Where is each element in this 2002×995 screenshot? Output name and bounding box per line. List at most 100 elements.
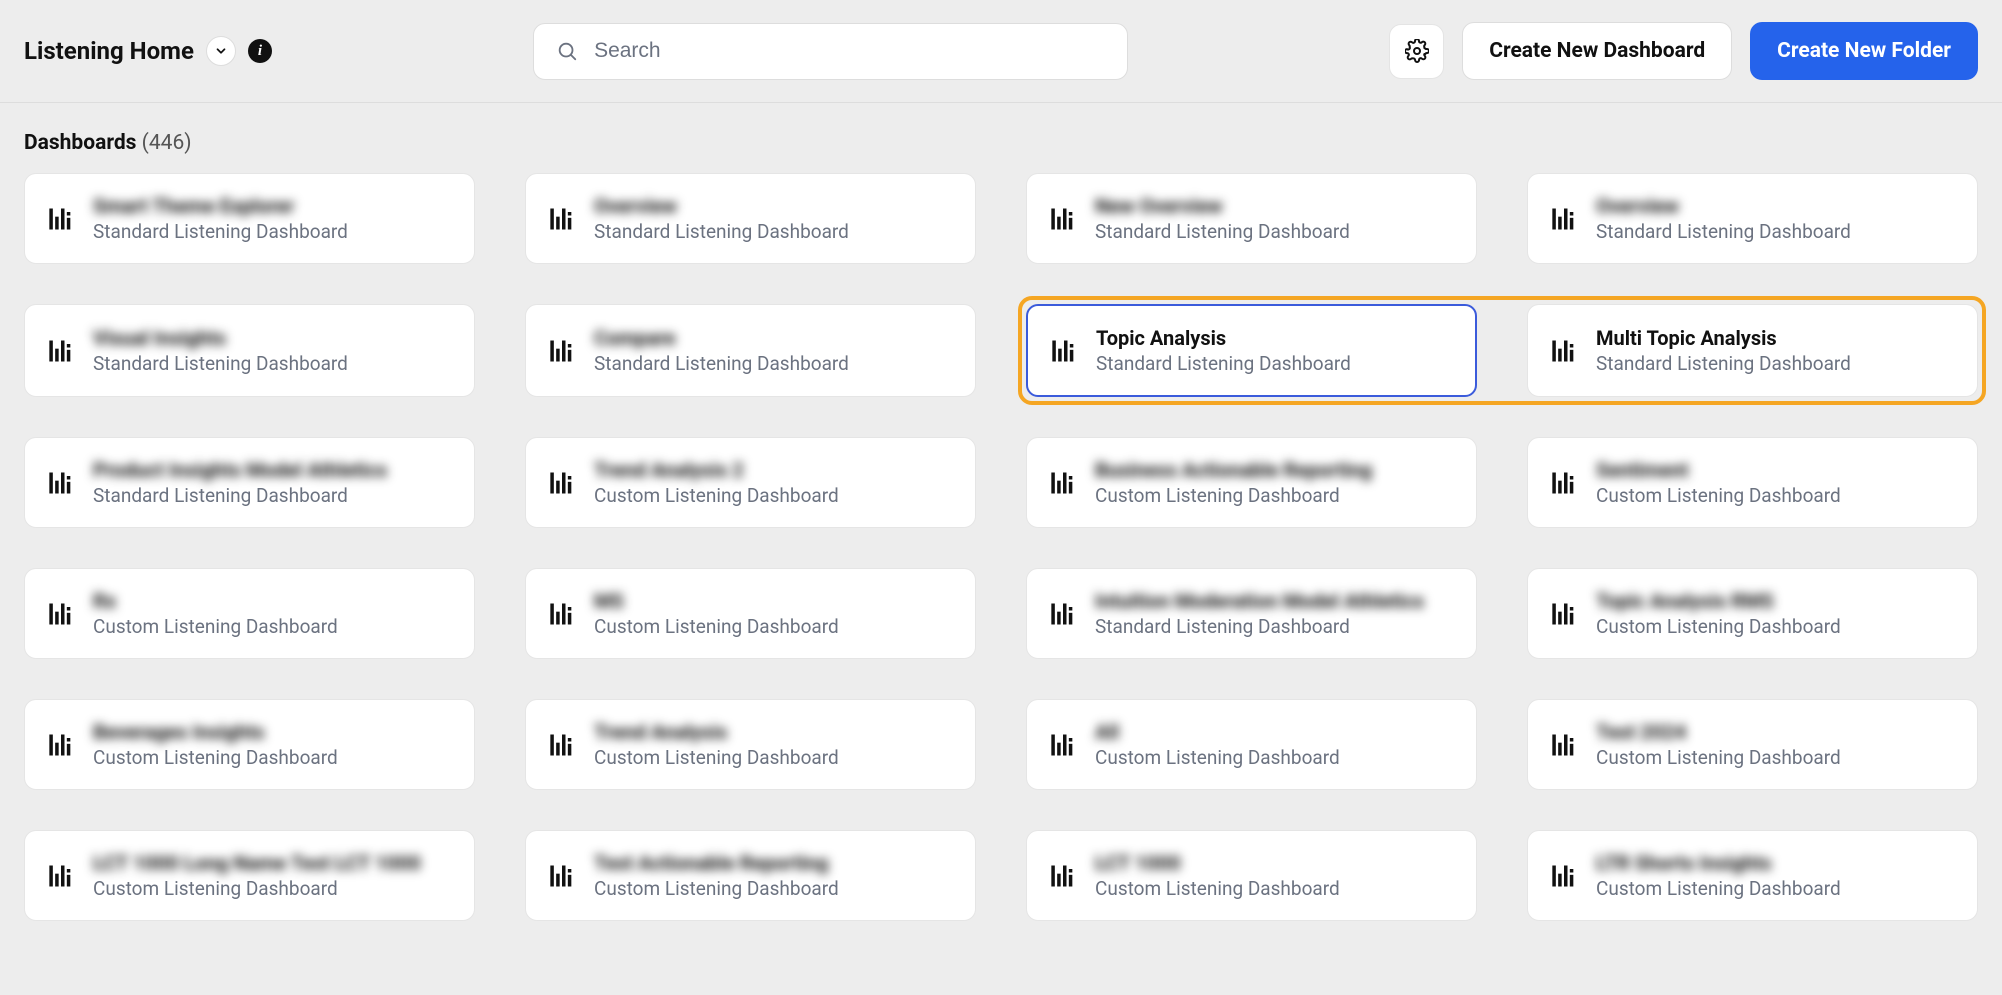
card-subtitle: Custom Listening Dashboard [1095,484,1372,507]
info-button[interactable]: i [248,39,272,63]
card-subtitle: Standard Listening Dashboard [1596,220,1851,243]
dashboard-card[interactable]: LCT 1000 Custom Listening Dashboard [1026,830,1477,921]
search-box[interactable] [533,23,1128,80]
dashboard-card[interactable]: New Overview Standard Listening Dashboar… [1026,173,1477,264]
dashboard-icon [47,862,75,890]
dashboard-icon [1049,600,1077,628]
dashboard-card[interactable]: Product Insights Model Athletics Standar… [24,437,475,528]
card-subtitle: Standard Listening Dashboard [1096,352,1351,375]
gear-icon [1405,39,1429,63]
card-title: Test 2024 [1596,720,1841,744]
card-subtitle: Custom Listening Dashboard [93,877,421,900]
dashboard-icon [1049,469,1077,497]
dashboard-icon [47,731,75,759]
card-text: Business Actionable Reporting Custom Lis… [1095,458,1372,507]
card-subtitle: Custom Listening Dashboard [1596,484,1841,507]
card-text: New Overview Standard Listening Dashboar… [1095,194,1350,243]
dashboard-card[interactable]: Visual Insights Standard Listening Dashb… [24,304,475,397]
card-text: MS Custom Listening Dashboard [594,589,839,638]
dashboard-card[interactable]: All Custom Listening Dashboard [1026,699,1477,790]
card-subtitle: Custom Listening Dashboard [594,746,839,769]
create-folder-button[interactable]: Create New Folder [1750,22,1978,80]
card-text: Topic Analysis Standard Listening Dashbo… [1096,326,1351,375]
dashboard-card[interactable]: Trend Analysis 2 Custom Listening Dashbo… [525,437,976,528]
dashboard-icon [548,862,576,890]
dashboard-icon [47,469,75,497]
card-title: Multi Topic Analysis [1596,326,1851,350]
dashboard-card[interactable]: LCT 1000 Long Name Test LCT 1000 Custom … [24,830,475,921]
search-input[interactable] [592,38,1105,64]
title-dropdown-button[interactable] [206,36,236,66]
card-text: Multi Topic Analysis Standard Listening … [1596,326,1851,375]
card-subtitle: Standard Listening Dashboard [93,352,348,375]
dashboard-card[interactable]: Rx Custom Listening Dashboard [24,568,475,659]
card-text: LCT 1000 Custom Listening Dashboard [1095,851,1340,900]
card-title: LCT 1000 [1095,851,1340,875]
dashboard-card[interactable]: Beverages Insights Custom Listening Dash… [24,699,475,790]
page-title-group: Listening Home i [24,36,272,66]
dashboard-icon [47,600,75,628]
card-title: MS [594,589,839,613]
card-title: Test Actionable Reporting [594,851,839,875]
card-text: Overview Standard Listening Dashboard [594,194,849,243]
card-title: Compare [594,326,849,350]
card-text: Visual Insights Standard Listening Dashb… [93,326,348,375]
dashboard-card[interactable]: Intuition Moderation Model Athletics Sta… [1026,568,1477,659]
dashboard-card[interactable]: Sentiment Custom Listening Dashboard [1527,437,1978,528]
dashboard-card[interactable]: Business Actionable Reporting Custom Lis… [1026,437,1477,528]
card-subtitle: Standard Listening Dashboard [93,484,387,507]
card-title: Intuition Moderation Model Athletics [1095,589,1424,613]
card-text: Beverages Insights Custom Listening Dash… [93,720,338,769]
dashboard-card[interactable]: MS Custom Listening Dashboard [525,568,976,659]
create-dashboard-button[interactable]: Create New Dashboard [1462,22,1732,80]
card-subtitle: Custom Listening Dashboard [594,484,839,507]
dashboard-card[interactable]: Overview Standard Listening Dashboard [525,173,976,264]
card-title: Rx [93,589,338,613]
card-title: All [1095,720,1340,744]
card-title: Trend Analysis 2 [594,458,839,482]
card-subtitle: Standard Listening Dashboard [1095,220,1350,243]
dashboard-card[interactable]: Smart Theme Explorer Standard Listening … [24,173,475,264]
card-subtitle: Custom Listening Dashboard [1095,746,1340,769]
card-subtitle: Custom Listening Dashboard [93,615,338,638]
dashboard-card[interactable]: LTR Shorts Insights Custom Listening Das… [1527,830,1978,921]
dashboard-card[interactable]: Trend Analysis Custom Listening Dashboar… [525,699,976,790]
section-title-text: Dashboards [24,131,136,155]
card-text: Smart Theme Explorer Standard Listening … [93,194,348,243]
dashboard-icon [1049,862,1077,890]
page-title: Listening Home [24,37,194,65]
dashboard-icon [1550,337,1578,365]
card-subtitle: Standard Listening Dashboard [594,220,849,243]
card-subtitle: Custom Listening Dashboard [1596,746,1841,769]
card-title: Overview [594,194,849,218]
card-subtitle: Custom Listening Dashboard [93,746,338,769]
card-subtitle: Standard Listening Dashboard [1095,615,1424,638]
dashboard-icon [1550,600,1578,628]
dashboard-icon [1550,862,1578,890]
dashboard-card[interactable]: Overview Standard Listening Dashboard [1527,173,1978,264]
card-title: Topic Analysis [1096,326,1351,350]
dashboard-icon [1050,337,1078,365]
card-subtitle: Standard Listening Dashboard [594,352,849,375]
card-title: Product Insights Model Athletics [93,458,387,482]
dashboard-icon [47,337,75,365]
card-text: Intuition Moderation Model Athletics Sta… [1095,589,1424,638]
dashboard-icon [548,600,576,628]
card-title: Visual Insights [93,326,348,350]
dashboard-card[interactable]: Compare Standard Listening Dashboard [525,304,976,397]
section-count: (446) [142,131,192,155]
card-text: Topic Analysis RMS Custom Listening Dash… [1596,589,1841,638]
card-text: Compare Standard Listening Dashboard [594,326,849,375]
settings-button[interactable] [1389,24,1444,79]
dashboard-card[interactable]: Topic Analysis Standard Listening Dashbo… [1026,304,1477,397]
dashboard-card[interactable]: Multi Topic Analysis Standard Listening … [1527,304,1978,397]
header-bar: Listening Home i Create New Dashboard Cr… [0,0,2002,103]
dashboard-card[interactable]: Test 2024 Custom Listening Dashboard [1527,699,1978,790]
card-title: Trend Analysis [594,720,839,744]
dashboard-icon [1049,205,1077,233]
card-title: LTR Shorts Insights [1596,851,1841,875]
card-text: Test 2024 Custom Listening Dashboard [1596,720,1841,769]
dashboard-card[interactable]: Test Actionable Reporting Custom Listeni… [525,830,976,921]
info-icon: i [258,43,262,60]
dashboard-card[interactable]: Topic Analysis RMS Custom Listening Dash… [1527,568,1978,659]
